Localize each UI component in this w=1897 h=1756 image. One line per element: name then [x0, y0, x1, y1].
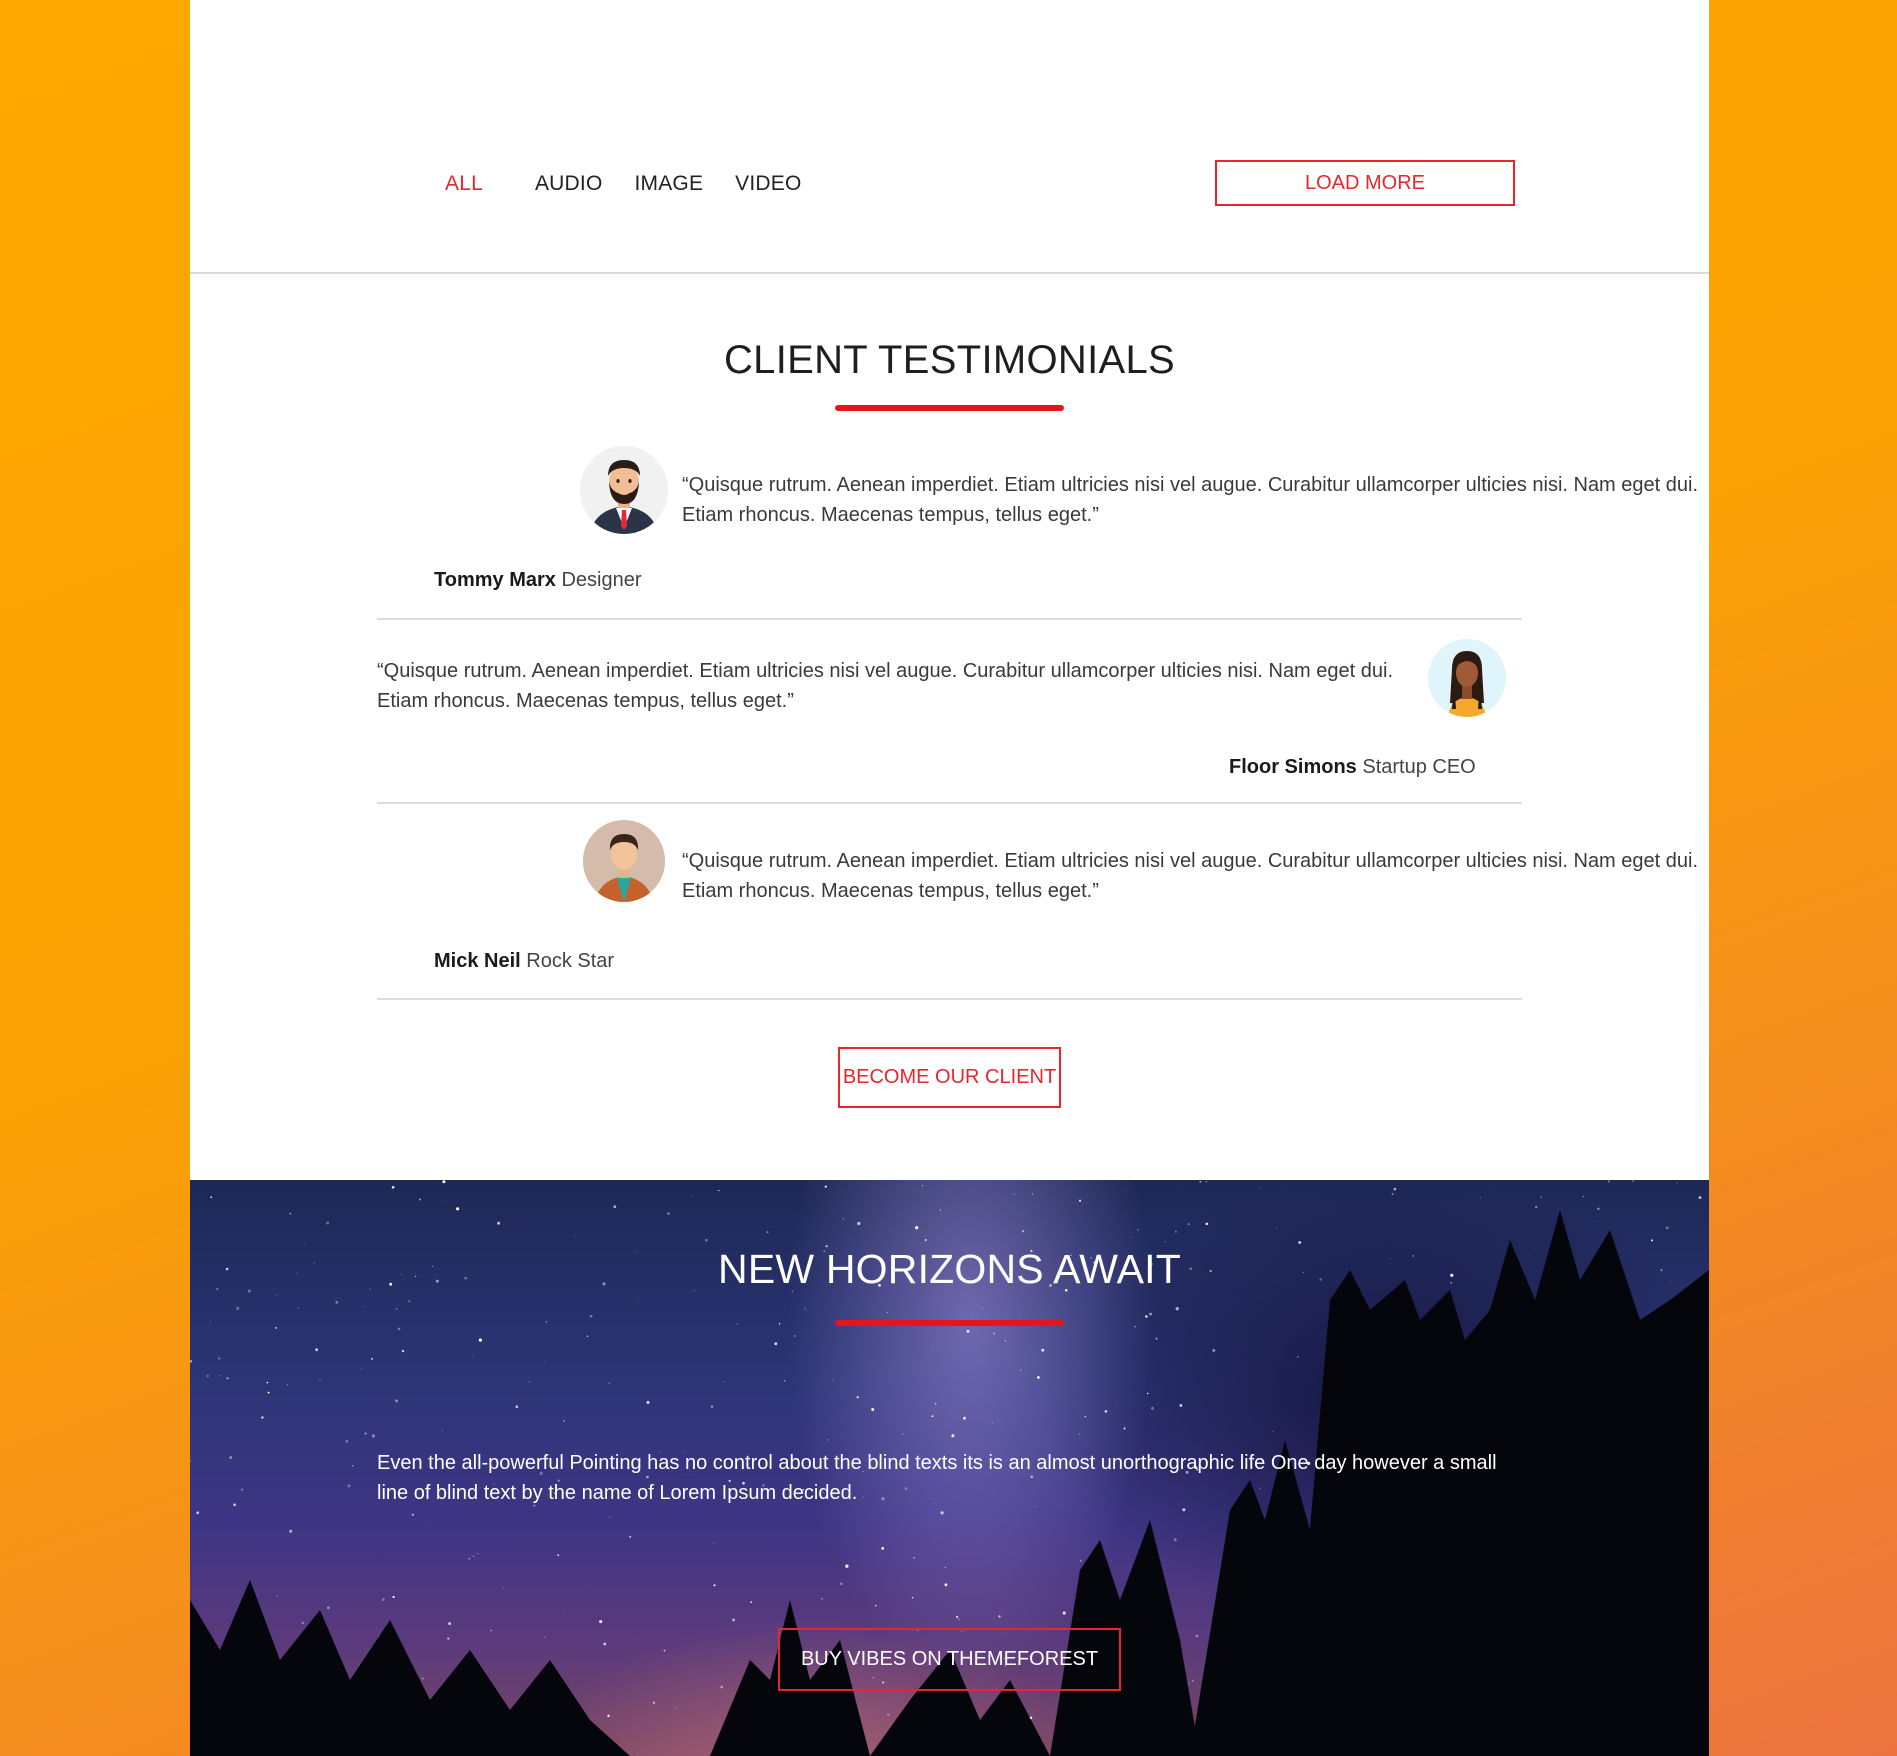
bearded-man-avatar-icon — [580, 446, 668, 534]
testimonials-title: CLIENT TESTIMONIALS — [724, 338, 1175, 382]
author-name: Mick Neil — [434, 950, 521, 972]
author-name: Floor Simons — [1229, 756, 1357, 778]
author-role: Rock Star — [526, 950, 615, 972]
testimonial-author: Mick Neil Rock Star — [434, 950, 614, 973]
filter-tab-video[interactable]: VIDEO — [735, 172, 801, 196]
buy-vibes-button[interactable]: BUY VIBES ON THEMEFOREST — [778, 1628, 1121, 1691]
filter-tab-audio[interactable]: AUDIO — [535, 172, 603, 196]
page-container: ALL AUDIO IMAGE VIDEO LOAD MORE CLIENT T… — [190, 0, 1709, 1756]
author-role: Designer — [561, 569, 642, 591]
testimonial-quote: “Quisque rutrum. Aenean imperdiet. Etiam… — [682, 474, 1699, 526]
new-horizons-section: NEW HORIZONS AWAIT Even the all-powerful… — [190, 1180, 1709, 1756]
portfolio-filter-bar: ALL AUDIO IMAGE VIDEO LOAD MORE — [190, 0, 1709, 274]
testimonials-title-underline — [835, 405, 1064, 411]
load-more-button[interactable]: LOAD MORE — [1215, 160, 1515, 206]
filter-tab-image[interactable]: IMAGE — [634, 172, 703, 196]
testimonial-item: “Quisque rutrum. Aenean imperdiet. Etiam… — [377, 620, 1522, 804]
new-horizons-title-underline — [835, 1320, 1064, 1326]
author-role: Startup CEO — [1362, 756, 1476, 778]
new-horizons-title: NEW HORIZONS AWAIT — [718, 1246, 1181, 1292]
man-avatar-icon — [583, 820, 665, 902]
testimonial-author: Tommy Marx Designer — [434, 569, 642, 592]
author-name: Tommy Marx — [434, 569, 556, 591]
filter-tabs: ALL AUDIO IMAGE VIDEO — [445, 172, 834, 196]
testimonial-quote: “Quisque rutrum. Aenean imperdiet. Etiam… — [377, 660, 1394, 712]
woman-avatar-icon — [1428, 639, 1506, 717]
testimonial-item: “Quisque rutrum. Aenean imperdiet. Etiam… — [377, 440, 1698, 620]
become-our-client-button[interactable]: BECOME OUR CLIENT — [838, 1047, 1061, 1108]
filter-tab-all[interactable]: ALL — [445, 172, 483, 196]
new-horizons-text: Even the all-powerful Pointing has no co… — [377, 1452, 1497, 1504]
testimonial-author: Floor Simons Startup CEO — [1229, 756, 1476, 779]
testimonial-quote: “Quisque rutrum. Aenean imperdiet. Etiam… — [682, 850, 1699, 902]
testimonial-item: “Quisque rutrum. Aenean imperdiet. Etiam… — [377, 806, 1698, 1000]
